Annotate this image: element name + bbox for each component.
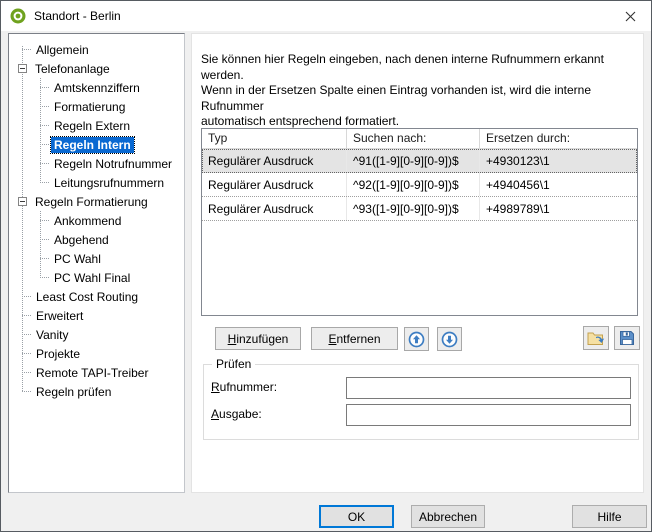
tree-item-least-cost-routing[interactable]: Least Cost Routing — [9, 287, 184, 306]
tree-item-pc-wahl-final[interactable]: PC Wahl Final — [9, 268, 184, 287]
close-icon — [625, 11, 636, 22]
window-title: Standort - Berlin — [34, 9, 121, 23]
tree-item-regeln-pruefen[interactable]: Regeln prüfen — [9, 382, 184, 401]
tree-item-leitungsrufnummern[interactable]: Leitungsrufnummern — [9, 173, 184, 192]
tree-item-regeln-notrufnummer[interactable]: Regeln Notrufnummer — [9, 154, 184, 173]
tree-connector — [22, 296, 31, 297]
cell-suchen: ^91([1-9][0-9][0-9])$ — [347, 149, 480, 172]
rufnummer-label: Rufnummer: — [211, 376, 277, 396]
tree-connector — [40, 277, 49, 278]
import-rules-button[interactable] — [583, 326, 609, 350]
ausgabe-label: Ausgabe: — [211, 403, 262, 423]
save-floppy-icon — [619, 330, 635, 346]
table-header: Typ Suchen nach: Ersetzen durch: — [202, 129, 637, 149]
tree-collapse-toggle[interactable] — [18, 64, 27, 73]
tree-item-abgehend[interactable]: Abgehend — [9, 230, 184, 249]
tree-connector — [40, 220, 49, 221]
tree-connector — [40, 182, 49, 183]
help-button[interactable]: Hilfe — [572, 505, 647, 528]
tree-connector — [22, 353, 31, 354]
tree-item-regeln-intern-selected[interactable]: Regeln Intern — [9, 135, 184, 154]
description-text: Sie können hier Regeln eingeben, nach de… — [201, 52, 639, 130]
tree-item-telefonanlage[interactable]: Telefonanlage — [9, 59, 184, 78]
close-button[interactable] — [616, 4, 644, 28]
tree-item-formatierung[interactable]: Formatierung — [9, 97, 184, 116]
groupbox-title: Prüfen — [212, 357, 255, 371]
cell-ersetzen: +4940456\1 — [480, 173, 637, 196]
tree-item-allgemein[interactable]: Allgemein — [9, 40, 184, 59]
table-row-selected[interactable]: Regulärer Ausdruck ^91([1-9][0-9][0-9])$… — [202, 149, 637, 173]
cell-ersetzen: +4989789\1 — [480, 197, 637, 220]
tree-connector — [40, 163, 49, 164]
cancel-button[interactable]: Abbrechen — [411, 505, 485, 528]
column-header-ersetzen-durch[interactable]: Ersetzen durch: — [480, 129, 637, 149]
move-down-button[interactable] — [437, 327, 462, 351]
tree-item-ankommend[interactable]: Ankommend — [9, 211, 184, 230]
tree-item-remote-tapi-treiber[interactable]: Remote TAPI-Treiber — [9, 363, 184, 382]
up-arrow-icon — [408, 331, 425, 348]
remove-button[interactable]: Entfernen — [311, 327, 398, 350]
ausgabe-input[interactable] — [346, 404, 631, 426]
column-header-typ[interactable]: Typ — [202, 129, 347, 149]
tree-item-vanity[interactable]: Vanity — [9, 325, 184, 344]
cell-suchen: ^93([1-9][0-9][0-9])$ — [347, 197, 480, 220]
down-arrow-icon — [441, 331, 458, 348]
table-row[interactable]: Regulärer Ausdruck ^93([1-9][0-9][0-9])$… — [202, 197, 637, 221]
move-up-button[interactable] — [404, 327, 429, 351]
cell-ersetzen: +4930123\1 — [480, 149, 637, 172]
tree-connector — [40, 144, 49, 145]
tree-connector — [22, 334, 31, 335]
cell-typ: Regulärer Ausdruck — [202, 197, 347, 220]
save-rules-button[interactable] — [614, 326, 640, 350]
tree-item-erweitert[interactable]: Erweitert — [9, 306, 184, 325]
tree-connector — [40, 125, 49, 126]
tree-item-regeln-extern[interactable]: Regeln Extern — [9, 116, 184, 135]
ok-button[interactable]: OK — [319, 505, 394, 528]
open-folder-icon — [587, 330, 605, 346]
tree-collapse-toggle[interactable] — [18, 197, 27, 206]
table-row[interactable]: Regulärer Ausdruck ^92([1-9][0-9][0-9])$… — [202, 173, 637, 197]
tree-connector — [40, 106, 49, 107]
tree-connector — [40, 258, 49, 259]
add-button[interactable]: Hinzufügen — [215, 327, 301, 350]
description-line: Sie können hier Regeln eingeben, nach de… — [201, 52, 639, 83]
tree-item-pc-wahl[interactable]: PC Wahl — [9, 249, 184, 268]
cell-typ: Regulärer Ausdruck — [202, 173, 347, 196]
tree-connector — [22, 49, 31, 50]
cell-suchen: ^92([1-9][0-9][0-9])$ — [347, 173, 480, 196]
rufnummer-input[interactable] — [346, 377, 631, 399]
rules-table: Typ Suchen nach: Ersetzen durch: Regulär… — [201, 128, 638, 316]
title-bar: Standort - Berlin — [1, 1, 651, 31]
tree-connector — [22, 315, 31, 316]
tree-connector — [40, 239, 49, 240]
tree-connector — [22, 391, 31, 392]
column-header-suchen-nach[interactable]: Suchen nach: — [347, 129, 480, 149]
settings-tree: Allgemein Telefonanlage Amtskennziffern … — [8, 33, 185, 493]
cell-typ: Regulärer Ausdruck — [202, 149, 347, 172]
tree-connector — [40, 87, 49, 88]
dialog-standort-berlin: Standort - Berlin Allgemein Telefonanlag… — [0, 0, 652, 532]
tree-item-regeln-formatierung[interactable]: Regeln Formatierung — [9, 192, 184, 211]
app-icon — [10, 8, 26, 24]
description-line: Wenn in der Ersetzen Spalte einen Eintra… — [201, 83, 639, 114]
tree-connector — [22, 372, 31, 373]
tree-item-amtskennziffern[interactable]: Amtskennziffern — [9, 78, 184, 97]
tree-item-projekte[interactable]: Projekte — [9, 344, 184, 363]
